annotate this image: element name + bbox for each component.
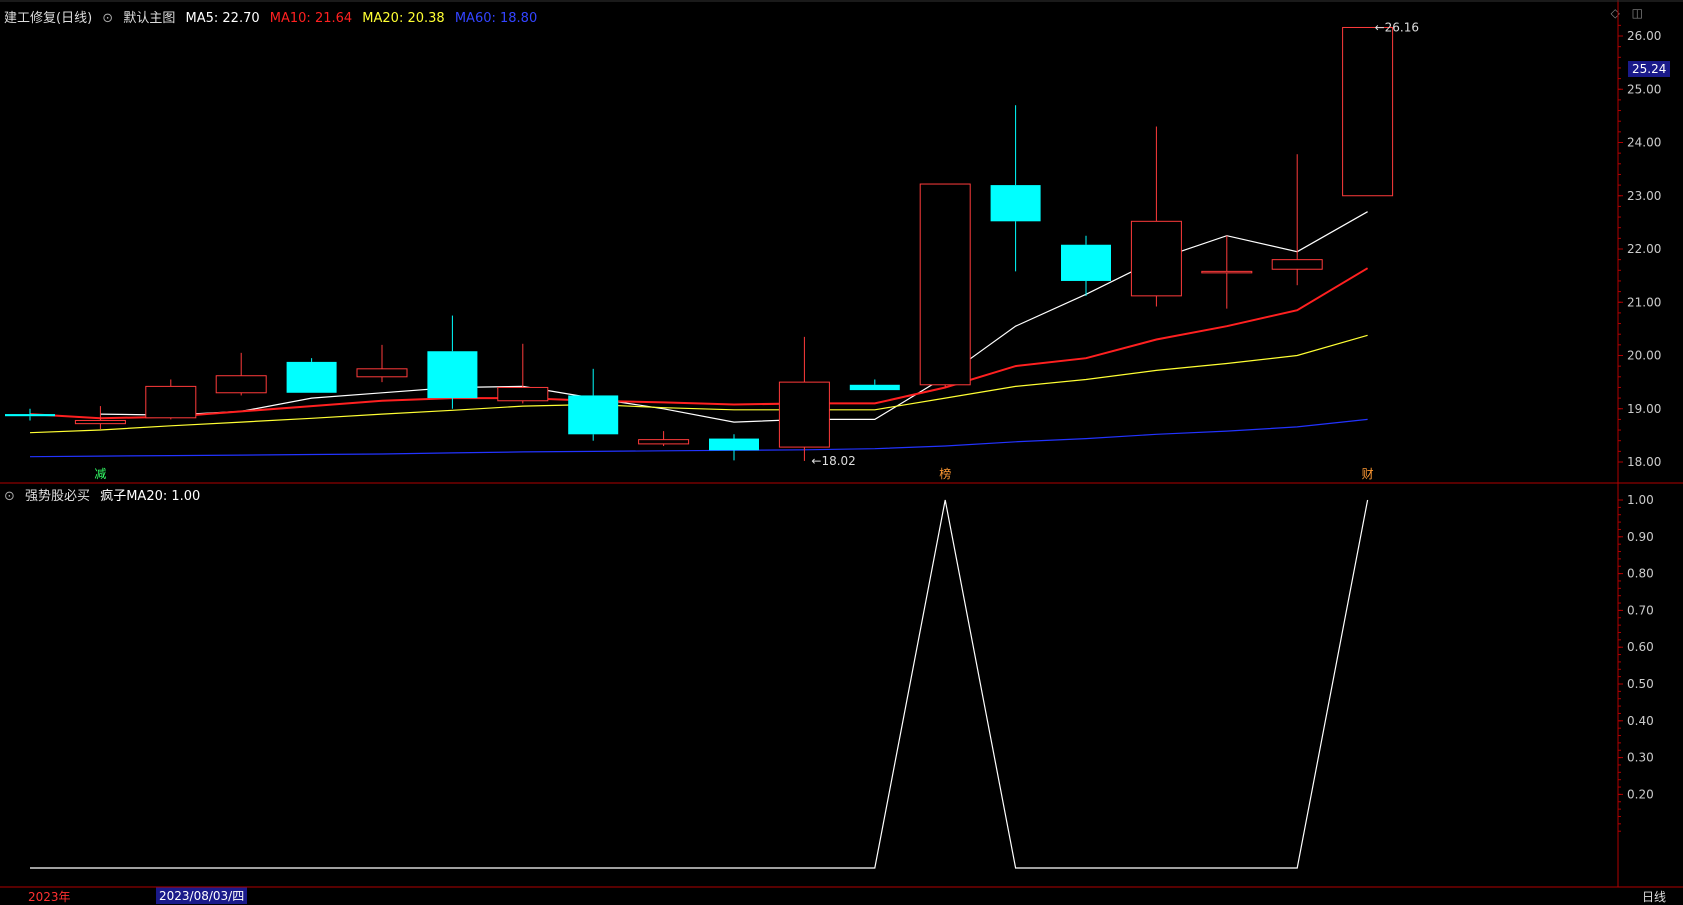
y-tick-label: 25.00 (1627, 82, 1661, 96)
candle-body (286, 361, 337, 393)
y-tick-label: 18.00 (1627, 455, 1661, 469)
candle-body (778, 381, 830, 448)
candle-body (1061, 244, 1111, 281)
candle-body (1342, 26, 1394, 197)
ma-line-ma60 (29, 418, 1368, 458)
candle-body (215, 375, 267, 394)
candle-body (919, 183, 971, 386)
candle-body (1201, 270, 1253, 274)
y-tick-label: 22.00 (1627, 242, 1661, 256)
price-annotation: ←26.16 (1375, 20, 1419, 34)
candle-body (990, 185, 1041, 222)
indicator-y-tick-label: 1.00 (1627, 493, 1654, 507)
event-marker: 榜 (939, 466, 951, 481)
indicator-y-tick-label: 0.20 (1627, 787, 1654, 801)
candle-body (1271, 259, 1323, 270)
candle-body (638, 439, 690, 445)
indicator-y-tick-label: 0.70 (1627, 603, 1654, 617)
candle-body (709, 438, 759, 451)
event-marker: 财 (1362, 467, 1374, 481)
y-tick-label: 20.00 (1627, 349, 1661, 363)
y-tick-label: 26.00 (1627, 29, 1661, 43)
indicator-line (30, 499, 1369, 869)
candle-body (1130, 220, 1182, 297)
y-tick-label: 24.00 (1627, 136, 1661, 150)
event-marker: 减 (94, 467, 106, 481)
indicator-y-tick-label: 0.80 (1627, 567, 1654, 581)
candle-body (497, 386, 549, 402)
y-tick-label: 23.00 (1627, 189, 1661, 203)
y-tick-label: 19.00 (1627, 402, 1661, 416)
indicator-y-tick-label: 0.50 (1627, 677, 1654, 691)
candle-body (427, 351, 478, 399)
indicator-y-tick-label: 0.60 (1627, 640, 1654, 654)
price-annotation: ←18.02 (811, 454, 855, 468)
candle-body (849, 384, 900, 391)
indicator-y-tick-label: 0.40 (1627, 714, 1654, 728)
candle-body (145, 385, 197, 419)
candle-body (74, 419, 126, 425)
y-tick-label: 21.00 (1627, 295, 1661, 309)
candle-body (356, 368, 408, 378)
indicator-y-tick-label: 0.90 (1627, 530, 1654, 544)
indicator-y-tick-label: 0.30 (1627, 751, 1654, 765)
candle-body (5, 414, 55, 417)
candle-body (568, 395, 619, 435)
chart-canvas[interactable]: 18.00 19.00 20.00 21.00 22.00 23.00 24.00 25.00… (0, 0, 1683, 905)
